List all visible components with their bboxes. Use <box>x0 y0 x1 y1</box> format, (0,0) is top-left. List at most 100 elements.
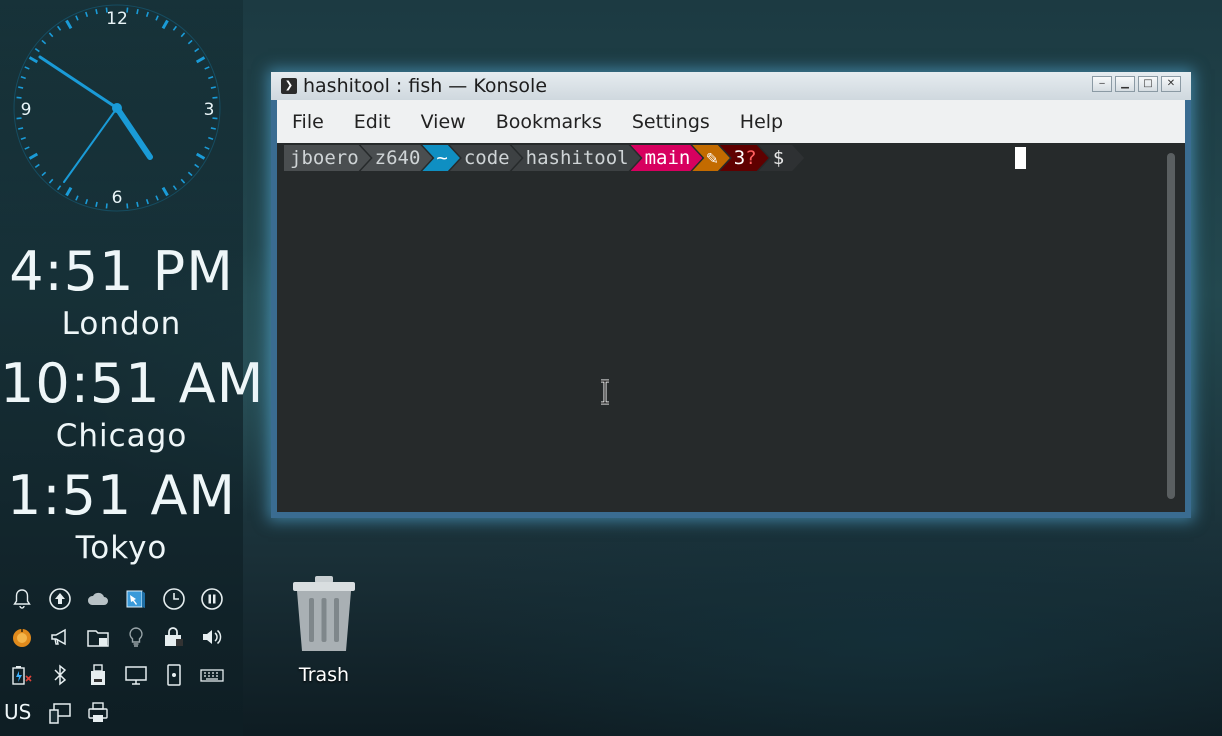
clock-tick <box>180 32 186 38</box>
clock-tick <box>136 9 139 15</box>
keyboard-layout-indicator[interactable]: US <box>4 700 31 724</box>
minimize-button[interactable]: ▁ <box>1115 76 1135 92</box>
shade-button[interactable]: ‒ <box>1092 76 1112 92</box>
vault-lock-icon[interactable] <box>159 622 189 652</box>
menu-edit[interactable]: Edit <box>339 111 406 133</box>
folder-storage-icon[interactable] <box>83 622 113 652</box>
clock-tick <box>212 96 218 99</box>
clock-tick <box>95 9 98 15</box>
clock-icon[interactable] <box>159 584 189 614</box>
clock-tick <box>208 136 214 140</box>
trash-desktop-icon[interactable]: Trash <box>280 574 368 686</box>
clock-tick <box>126 203 129 209</box>
menu-view[interactable]: View <box>406 111 481 133</box>
clock-tick <box>145 11 149 17</box>
menu-help[interactable]: Help <box>725 111 798 133</box>
bluetooth-icon[interactable] <box>45 660 75 690</box>
clock-numeral-3: 3 <box>204 100 215 120</box>
clock-tick <box>18 86 24 89</box>
clock-tick <box>187 39 193 45</box>
desktop-panel: 12 3 6 9 4:51 PM London 10:51 AM Chicago… <box>0 0 265 736</box>
keyboard-icon[interactable] <box>197 660 227 690</box>
clock-time-chicago: 10:51 AM <box>0 352 265 415</box>
desktop-cube-icon[interactable] <box>121 584 151 614</box>
lightbulb-icon[interactable] <box>121 622 151 652</box>
menu-bookmarks[interactable]: Bookmarks <box>481 111 617 133</box>
menu-settings[interactable]: Settings <box>617 111 725 133</box>
clock-tick <box>85 11 89 17</box>
analog-clock[interactable]: 12 3 6 9 <box>8 2 226 214</box>
window-title: hashitool : fish — Konsole <box>303 75 548 97</box>
mouse-ibeam-icon <box>601 379 609 405</box>
pause-icon[interactable] <box>197 584 227 614</box>
clock-tick <box>48 178 54 184</box>
display-monitor-icon[interactable] <box>121 660 151 690</box>
terminal-scrollbar[interactable] <box>1167 153 1175 499</box>
clock-tick <box>95 201 98 207</box>
prompt-dir-code: code <box>450 145 522 171</box>
clock-center <box>112 103 122 113</box>
clock-tick <box>161 19 169 30</box>
window-titlebar[interactable]: ❯ hashitool : fish — Konsole ‒ ▁ □ ✕ <box>271 72 1191 100</box>
shell-prompt: jboero z640 ~ code hashitool main ✎ 3? $ <box>284 145 804 171</box>
clock-numeral-9: 9 <box>21 100 32 120</box>
usb-drive-icon[interactable] <box>83 660 113 690</box>
clock-tick <box>41 39 47 45</box>
clock-tick <box>34 163 40 169</box>
clock-hour-hand <box>114 105 153 160</box>
menu-file[interactable]: File <box>277 111 339 133</box>
clock-tick <box>85 199 89 205</box>
clock-tick <box>194 47 200 53</box>
maximize-button[interactable]: □ <box>1138 76 1158 92</box>
clock-tick <box>161 186 169 197</box>
clock-numeral-12: 12 <box>106 9 128 29</box>
clock-tick <box>172 185 178 191</box>
clock-tick <box>155 15 159 21</box>
clock-tick <box>24 66 30 70</box>
notification-bell-icon[interactable] <box>7 584 37 614</box>
prompt-git-branch: main <box>631 145 703 171</box>
clock-tick <box>194 163 200 169</box>
clock-tick <box>75 15 79 21</box>
clock-city-tokyo: Tokyo <box>75 530 168 566</box>
clock-tick <box>195 56 206 64</box>
clock-tick <box>20 76 26 80</box>
clock-tick <box>65 19 73 30</box>
clock-tick <box>172 25 178 31</box>
clock-tick <box>41 171 47 177</box>
clock-tick <box>34 47 40 53</box>
close-button[interactable]: ✕ <box>1161 76 1181 92</box>
clock-city-london: London <box>61 306 182 342</box>
printer-icon[interactable] <box>83 698 113 728</box>
clock-tick <box>155 195 159 201</box>
clock-tick <box>180 178 186 184</box>
terminal-app-icon[interactable]: ❯ <box>281 78 297 94</box>
phone-device-icon[interactable] <box>159 660 189 690</box>
clock-tick <box>204 146 210 150</box>
pumpkin-icon[interactable] <box>7 622 37 652</box>
clock-tick <box>75 195 79 201</box>
clock-tick <box>210 127 216 130</box>
network-monitor-icon[interactable] <box>45 698 75 728</box>
clock-tick <box>18 127 24 130</box>
clock-tick <box>56 25 62 31</box>
clock-tick <box>195 152 206 160</box>
battery-charging-icon[interactable] <box>7 660 37 690</box>
clock-tick <box>105 203 108 209</box>
trash-label: Trash <box>298 664 350 686</box>
trash-icon <box>293 576 355 651</box>
megaphone-icon[interactable] <box>45 622 75 652</box>
clock-tick <box>204 66 210 70</box>
clock-numeral-6: 6 <box>112 188 123 208</box>
menu-bar: File Edit View Bookmarks Settings Help <box>277 100 1185 143</box>
prompt-dir-hashitool: hashitool <box>512 145 641 171</box>
konsole-window[interactable]: ❯ hashitool : fish — Konsole ‒ ▁ □ ✕ Fil… <box>271 72 1191 518</box>
clock-tick <box>210 86 216 89</box>
weather-cloud-icon[interactable] <box>83 584 113 614</box>
clock-tick <box>187 171 193 177</box>
clock-time-tokyo: 1:51 AM <box>7 464 236 527</box>
speaker-icon[interactable] <box>197 622 227 652</box>
clock-second-hand <box>63 107 118 183</box>
terminal-area[interactable]: jboero z640 ~ code hashitool main ✎ 3? $ <box>277 143 1185 512</box>
update-arrow-icon[interactable] <box>45 584 75 614</box>
